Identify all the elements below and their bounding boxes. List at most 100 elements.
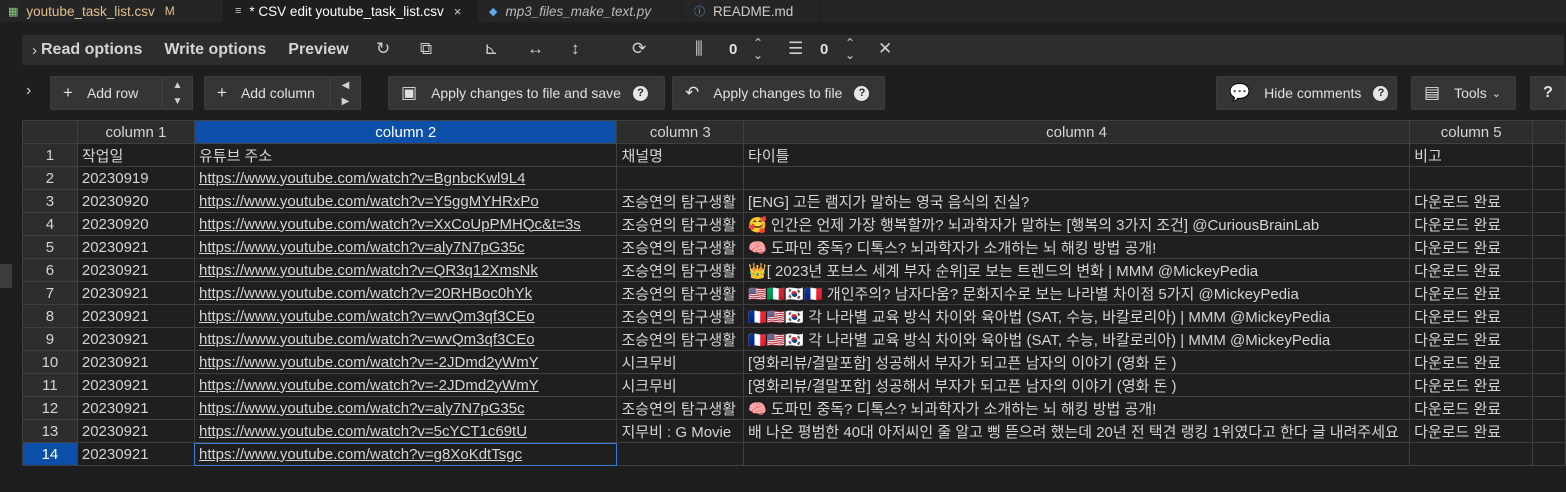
table-cell[interactable]: 다운로드 완료 bbox=[1409, 189, 1534, 213]
row-number[interactable]: 8 bbox=[22, 304, 78, 328]
help-button[interactable]: ? bbox=[1530, 76, 1566, 110]
table-cell[interactable] bbox=[616, 166, 745, 190]
table-cell[interactable]: 채널명 bbox=[616, 143, 745, 167]
table-cell[interactable]: 다운로드 완료 bbox=[1409, 373, 1534, 397]
table-cell[interactable]: 20230921 bbox=[76, 350, 195, 374]
table-cell[interactable]: 20230920 bbox=[76, 189, 195, 213]
table-cell[interactable]: 다운로드 완료 bbox=[1409, 258, 1534, 282]
table-cell[interactable]: 조승연의 탐구생활 bbox=[616, 281, 745, 305]
row-number[interactable]: 10 bbox=[22, 350, 78, 374]
table-cell[interactable]: [영화리뷰/결말포함] 성공해서 부자가 되고픈 남자의 이야기 (영화 돈 ) bbox=[743, 373, 1411, 397]
table-cell[interactable]: 20230921 bbox=[76, 396, 195, 420]
table-cell[interactable]: 다운로드 완료 bbox=[1409, 212, 1534, 236]
tab-readme-md[interactable]: ⓘ README.md bbox=[682, 0, 820, 22]
table-cell[interactable]: 20230921 bbox=[76, 442, 195, 466]
column-header[interactable]: column 4 bbox=[743, 120, 1411, 144]
tab-mp3-files-make-text-py[interactable]: ◆ mp3_files_make_text.py bbox=[477, 0, 682, 22]
table-cell[interactable]: https://www.youtube.com/watch?v=QR3q12Xm… bbox=[193, 258, 618, 282]
row-number[interactable]: 7 bbox=[22, 281, 78, 305]
row-number[interactable]: 4 bbox=[22, 212, 78, 236]
apply-and-save-button[interactable]: ▣ Apply changes to file and save ? bbox=[388, 76, 665, 110]
table-cell[interactable]: 🇺🇸🇮🇹🇰🇷🇫🇷 개인주의? 남자다움? 문화지수로 보는 나라별 차이점 5가… bbox=[743, 281, 1411, 305]
table-cell[interactable]: 타이틀 bbox=[743, 143, 1411, 167]
row-number[interactable]: 14 bbox=[22, 442, 78, 466]
table-cell[interactable] bbox=[743, 166, 1411, 190]
add-row-stepper[interactable]: ▲ ▼ bbox=[162, 76, 193, 110]
help-icon[interactable]: ? bbox=[1373, 85, 1389, 101]
corner-cell[interactable] bbox=[22, 120, 78, 144]
row-number[interactable]: 6 bbox=[22, 258, 78, 282]
read-options-button[interactable]: Read options bbox=[41, 41, 142, 59]
row-number[interactable]: 12 bbox=[22, 396, 78, 420]
table-cell[interactable]: 조승연의 탐구생활 bbox=[616, 212, 745, 236]
table-cell[interactable]: https://www.youtube.com/watch?v=wvQm3qf3… bbox=[193, 304, 618, 328]
table-cell[interactable]: 👑[ 2023년 포브스 세계 부자 순위]로 보는 트렌드의 변화 | MMM… bbox=[743, 258, 1411, 282]
expand-horizontal-icon[interactable]: ↔ bbox=[527, 39, 544, 59]
chevron-right-icon[interactable]: ▶ bbox=[342, 96, 350, 107]
column-header[interactable]: column 1 bbox=[76, 120, 195, 144]
table-cell[interactable]: 20230921 bbox=[76, 235, 195, 259]
refresh-icon[interactable]: ⟳ bbox=[632, 39, 646, 59]
table-cell[interactable]: https://www.youtube.com/watch?v=g8XoKdtT… bbox=[193, 442, 618, 466]
help-icon[interactable]: ? bbox=[854, 85, 870, 101]
table-cell[interactable] bbox=[1409, 166, 1534, 190]
table-cell[interactable]: 🧠 도파민 중독? 디톡스? 뇌과학자가 소개하는 뇌 해킹 방법 공개! bbox=[743, 396, 1411, 420]
table-cell[interactable]: https://www.youtube.com/watch?v=aly7N7pG… bbox=[193, 235, 618, 259]
table-cell[interactable]: 조승연의 탐구생활 bbox=[616, 189, 745, 213]
table-cell[interactable]: 🇫🇷🇺🇸🇰🇷 각 나라별 교육 방식 차이와 육아법 (SAT, 수능, 바칼로… bbox=[743, 304, 1411, 328]
expand-vertical-icon[interactable]: ↕ bbox=[571, 39, 580, 59]
table-cell[interactable]: [ENG] 고든 램지가 말하는 영국 음식의 진실? bbox=[743, 189, 1411, 213]
help-icon[interactable]: ? bbox=[632, 85, 648, 101]
table-cell[interactable]: 🇫🇷🇺🇸🇰🇷 각 나라별 교육 방식 차이와 육아법 (SAT, 수능, 바칼로… bbox=[743, 327, 1411, 351]
table-cell[interactable]: https://www.youtube.com/watch?v=20RHBoc0… bbox=[193, 281, 618, 305]
table-cell[interactable]: https://www.youtube.com/watch?v=Y5ggMYHR… bbox=[193, 189, 618, 213]
write-options-button[interactable]: Write options bbox=[164, 41, 266, 59]
column-header[interactable]: column 3 bbox=[616, 120, 745, 144]
apply-changes-button[interactable]: ↶ Apply changes to file ? bbox=[672, 76, 885, 110]
table-cell[interactable]: 다운로드 완료 bbox=[1409, 304, 1534, 328]
table-cell[interactable]: 다운로드 완료 bbox=[1409, 327, 1534, 351]
table-cell[interactable]: 20230921 bbox=[76, 304, 195, 328]
table-cell[interactable]: 조승연의 탐구생활 bbox=[616, 396, 745, 420]
table-cell[interactable]: 20230921 bbox=[76, 327, 195, 351]
table-cell[interactable]: https://www.youtube.com/watch?v=BgnbcKwl… bbox=[193, 166, 618, 190]
table-cell[interactable]: 20230921 bbox=[76, 281, 195, 305]
preview-button[interactable]: Preview bbox=[288, 41, 348, 59]
table-cell[interactable] bbox=[743, 442, 1411, 466]
table-cell[interactable]: https://www.youtube.com/watch?v=-2JDmd2y… bbox=[193, 373, 618, 397]
table-cell[interactable] bbox=[1409, 442, 1534, 466]
table-cell[interactable]: 조승연의 탐구생활 bbox=[616, 304, 745, 328]
tab-csv-edit[interactable]: ≡ * CSV edit youtube_task_list.csv × bbox=[223, 0, 477, 22]
table-cell[interactable]: 20230921 bbox=[76, 373, 195, 397]
table-cell[interactable]: 조승연의 탐구생활 bbox=[616, 235, 745, 259]
table-cell[interactable]: 조승연의 탐구생활 bbox=[616, 258, 745, 282]
add-column-button[interactable]: + Add column bbox=[204, 76, 330, 110]
fixed-rows-stepper[interactable]: ⌃ ⌄ bbox=[845, 37, 855, 61]
column-header-selected[interactable]: column 2 bbox=[193, 120, 618, 144]
table-cell[interactable]: https://www.youtube.com/watch?v=-2JDmd2y… bbox=[193, 350, 618, 374]
hide-comments-button[interactable]: 💬 Hide comments ? bbox=[1216, 76, 1397, 110]
chevron-down-icon[interactable]: ▼ bbox=[173, 96, 183, 107]
fixed-columns-stepper[interactable]: ⌃ ⌄ bbox=[753, 37, 763, 61]
table-cell[interactable]: https://www.youtube.com/watch?v=aly7N7pG… bbox=[193, 396, 618, 420]
row-number[interactable]: 9 bbox=[22, 327, 78, 351]
table-cell[interactable]: 시크무비 bbox=[616, 350, 745, 374]
table-cell[interactable]: 다운로드 완료 bbox=[1409, 281, 1534, 305]
row-number[interactable]: 1 bbox=[22, 143, 78, 167]
row-number[interactable]: 2 bbox=[22, 166, 78, 190]
table-cell[interactable]: https://www.youtube.com/watch?v=wvQm3qf3… bbox=[193, 327, 618, 351]
table-cell[interactable]: 🧠 도파민 중독? 디톡스? 뇌과학자가 소개하는 뇌 해킹 방법 공개! bbox=[743, 235, 1411, 259]
table-cell[interactable]: https://www.youtube.com/watch?v=XxCoUpPM… bbox=[193, 212, 618, 236]
row-number[interactable]: 13 bbox=[22, 419, 78, 443]
table-cell[interactable]: 작업일 bbox=[76, 143, 195, 167]
copy-icon[interactable]: ⧉ bbox=[420, 39, 432, 59]
close-icon[interactable]: × bbox=[454, 4, 462, 19]
table-cell[interactable]: 20230919 bbox=[76, 166, 195, 190]
tab-youtube-task-list-csv[interactable]: ▦ youtube_task_list.csv M bbox=[0, 0, 223, 22]
row-number[interactable]: 3 bbox=[22, 189, 78, 213]
table-cell[interactable] bbox=[616, 442, 745, 466]
add-row-button[interactable]: + Add row bbox=[50, 76, 162, 110]
reload-icon[interactable]: ↻ bbox=[376, 39, 390, 59]
table-cell[interactable]: https://www.youtube.com/watch?v=5cYCT1c6… bbox=[193, 419, 618, 443]
table-cell[interactable]: 배 나온 평범한 40대 아저씨인 줄 알고 삥 뜯으려 했는데 20년 전 택… bbox=[743, 419, 1411, 443]
